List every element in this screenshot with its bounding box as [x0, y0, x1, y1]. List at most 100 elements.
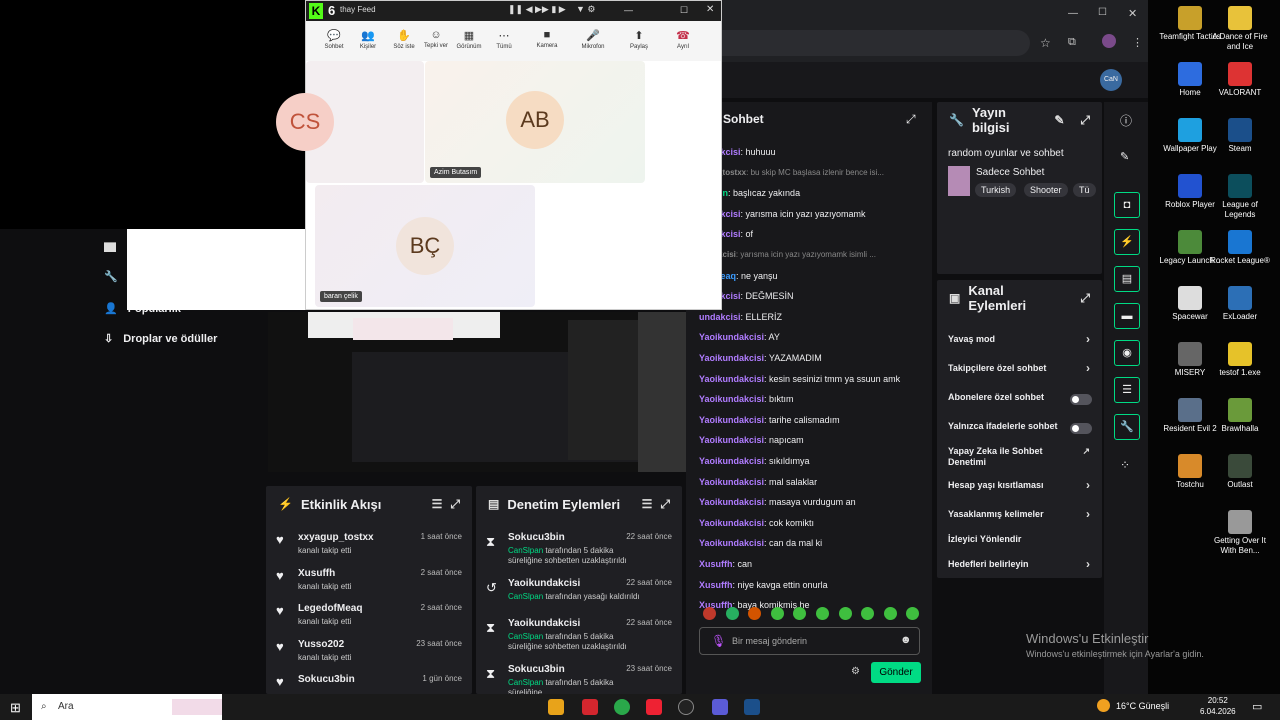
- channel-action-item[interactable]: Yavaş mod ›: [948, 333, 1094, 354]
- stream-category[interactable]: Sadece Sohbet: [976, 167, 1044, 178]
- nav-item-drops[interactable]: ⇩ Droplar ve ödüller: [104, 332, 217, 346]
- stream-tag[interactable]: Turkish: [975, 183, 1017, 197]
- chat-username[interactable]: Xusuffh: [699, 580, 733, 590]
- popout-icon[interactable]: ⤢: [660, 497, 670, 512]
- toggle-switch[interactable]: [1070, 394, 1092, 405]
- weather-text[interactable]: 16°C Güneşli: [1116, 701, 1169, 711]
- info-icon[interactable]: ⓘ: [1120, 112, 1132, 129]
- taskbar-search[interactable]: ⌕ Ara: [32, 694, 222, 720]
- emote-icon[interactable]: [816, 607, 829, 620]
- minimize-icon[interactable]: —: [624, 5, 633, 15]
- windows-start-icon[interactable]: ⊞: [10, 700, 21, 716]
- chat-username[interactable]: Yaoikundakcisi: [699, 538, 764, 548]
- moderation-item[interactable]: ⧗ Sokucu3bin 22 saat önce CanSlpan tarafınd…: [486, 530, 672, 570]
- nav-item-tools[interactable]: 🔧: [104, 270, 118, 283]
- mic-icon[interactable]: 🎙: [711, 634, 726, 648]
- extensions-icon[interactable]: ⧉: [1068, 36, 1076, 49]
- emote-icon[interactable]: [838, 607, 852, 620]
- filter-icon[interactable]: ☰: [432, 497, 443, 511]
- chat-username[interactable]: Yaoikundakcisi: [699, 518, 764, 528]
- channel-action-item[interactable]: Takipçilere özel sohbet ›: [948, 362, 1094, 383]
- address-bar[interactable]: [700, 30, 1030, 56]
- teams-icon[interactable]: [712, 699, 728, 715]
- stream-tag[interactable]: Tü: [1073, 183, 1096, 197]
- toolbar-chat-button[interactable]: 💬 Sohbet: [319, 29, 349, 50]
- profile-avatar[interactable]: [1102, 34, 1116, 48]
- chat-username[interactable]: Yaoikundakcisi: [699, 394, 764, 404]
- toolbar-grid-button[interactable]: ▦ Görünüm: [454, 29, 484, 50]
- emote-icon[interactable]: [703, 607, 716, 620]
- popout-icon[interactable]: ⤢: [450, 497, 460, 512]
- popout-icon[interactable]: ⤢: [1080, 113, 1090, 128]
- chrome-icon[interactable]: [614, 699, 630, 715]
- send-button[interactable]: Gönder: [871, 662, 921, 683]
- chat-username[interactable]: Xusuffh: [699, 559, 733, 569]
- minimize-icon[interactable]: —: [1068, 8, 1078, 19]
- desktop-icon[interactable]: testof 1.exe: [1207, 342, 1273, 378]
- channel-action-item[interactable]: Hedefleri belirleyin ›: [948, 558, 1094, 579]
- chat-username[interactable]: Yaoikundakcisi: [699, 332, 764, 342]
- emote-icon[interactable]: [770, 607, 784, 620]
- bolt-rail-icon[interactable]: ⚡: [1114, 229, 1140, 255]
- activity-item[interactable]: ♥ LegedofMeaq 2 saat önce kanalı takip etti: [276, 601, 462, 635]
- channel-action-item[interactable]: Abonelere özel sohbet: [948, 392, 1094, 412]
- chat-username[interactable]: Yaoikundakcisi: [699, 374, 764, 384]
- chat-input[interactable]: Bir mesaj gönderin: [699, 627, 920, 655]
- close-icon[interactable]: ✕: [706, 4, 714, 15]
- maximize-icon[interactable]: ☐: [1098, 7, 1107, 18]
- settings-gear-icon[interactable]: ⚙: [851, 666, 860, 677]
- pencil-icon[interactable]: ✎: [1120, 150, 1129, 163]
- chat-username[interactable]: undakcisi: [699, 312, 741, 322]
- toolbar-leave-button[interactable]: ☎ Ayrıl: [668, 29, 698, 50]
- chat-username[interactable]: Yaoikundakcisi: [699, 353, 764, 363]
- desktop-icon[interactable]: Brawlhalla: [1207, 398, 1273, 434]
- toolbar-camera-button[interactable]: ■ Kamera: [532, 29, 562, 49]
- toolbar-share-button[interactable]: ⬆ Paylaş: [624, 29, 654, 50]
- maximize-icon[interactable]: ☐: [680, 5, 688, 16]
- chat-rail-icon[interactable]: ▬: [1114, 303, 1140, 329]
- filter-icon[interactable]: ▼ ⚙: [576, 4, 595, 15]
- media-controls[interactable]: ❚❚ ◀ ▶▶ ▮ ▶: [508, 4, 566, 15]
- desktop-icon[interactable]: League of Legends: [1207, 174, 1273, 220]
- activity-item[interactable]: ♥ xxyagup_tostxx 1 saat önce kanalı takip e…: [276, 530, 462, 564]
- user-avatar[interactable]: CaN: [1100, 69, 1122, 91]
- popout-icon[interactable]: ⤢: [1080, 291, 1090, 306]
- stream-preview[interactable]: [268, 312, 686, 472]
- toggle-switch[interactable]: [1070, 423, 1092, 434]
- camera-rail-icon[interactable]: ◘: [1114, 192, 1140, 218]
- app-icon[interactable]: [646, 699, 662, 715]
- app-red-icon[interactable]: [582, 699, 598, 715]
- desktop-icon[interactable]: VALORANT: [1207, 62, 1273, 98]
- star-icon[interactable]: ☆: [1040, 36, 1051, 50]
- close-icon[interactable]: ✕: [1128, 7, 1137, 20]
- wrench-rail-icon[interactable]: 🔧: [1114, 414, 1140, 440]
- emoji-icon[interactable]: ☻: [900, 634, 912, 646]
- menu-icon[interactable]: ⋮: [1132, 36, 1143, 49]
- toolbar-mic-button[interactable]: 🎤 Mikrofon: [578, 29, 608, 50]
- activity-item[interactable]: ♥ Xusuffh 2 saat önce kanalı takip etti: [276, 566, 462, 600]
- activity-item[interactable]: ♥ Yusso202 23 saat önce kanalı takip etti: [276, 637, 462, 671]
- document-rail-icon[interactable]: ▤: [1114, 266, 1140, 292]
- broadcast-rail-icon[interactable]: ◉: [1114, 340, 1140, 366]
- channel-action-item[interactable]: Hesap yaşı kısıtlaması ›: [948, 479, 1094, 500]
- add-widget-icon[interactable]: ⁘: [1120, 458, 1130, 472]
- chat-username[interactable]: Yaoikundakcisi: [699, 456, 764, 466]
- desktop-icon[interactable]: Steam: [1207, 118, 1273, 154]
- channel-action-item[interactable]: Yasaklanmış kelimeler ›: [948, 508, 1094, 529]
- stream-tag[interactable]: Shooter: [1024, 183, 1068, 197]
- desktop-icon[interactable]: Outlast: [1207, 454, 1273, 490]
- desktop-icon[interactable]: Getting Over It With Ben...: [1207, 510, 1273, 556]
- file-explorer-icon[interactable]: [548, 699, 564, 715]
- clock-app-icon[interactable]: [678, 699, 694, 715]
- desktop-icon[interactable]: Rocket League®: [1207, 230, 1273, 266]
- chat-username[interactable]: Yaoikundakcisi: [699, 415, 764, 425]
- clock[interactable]: 20:52 6.04.2026: [1200, 695, 1236, 717]
- notification-icon[interactable]: ▭: [1252, 700, 1262, 713]
- chat-username[interactable]: Yaoikundakcisi: [699, 435, 764, 445]
- channel-action-item[interactable]: Yapay Zeka ile Sohbet Denetimi ↗: [948, 446, 1094, 467]
- chat-username[interactable]: Yaoikundakcisi: [699, 477, 764, 487]
- channel-action-item[interactable]: Yalnızca ifadelerle sohbet: [948, 421, 1094, 441]
- stack-rail-icon[interactable]: ☰: [1114, 377, 1140, 403]
- toolbar-more-button[interactable]: ⋯ Tümü: [489, 29, 519, 50]
- nav-item-stream[interactable]: [104, 240, 116, 252]
